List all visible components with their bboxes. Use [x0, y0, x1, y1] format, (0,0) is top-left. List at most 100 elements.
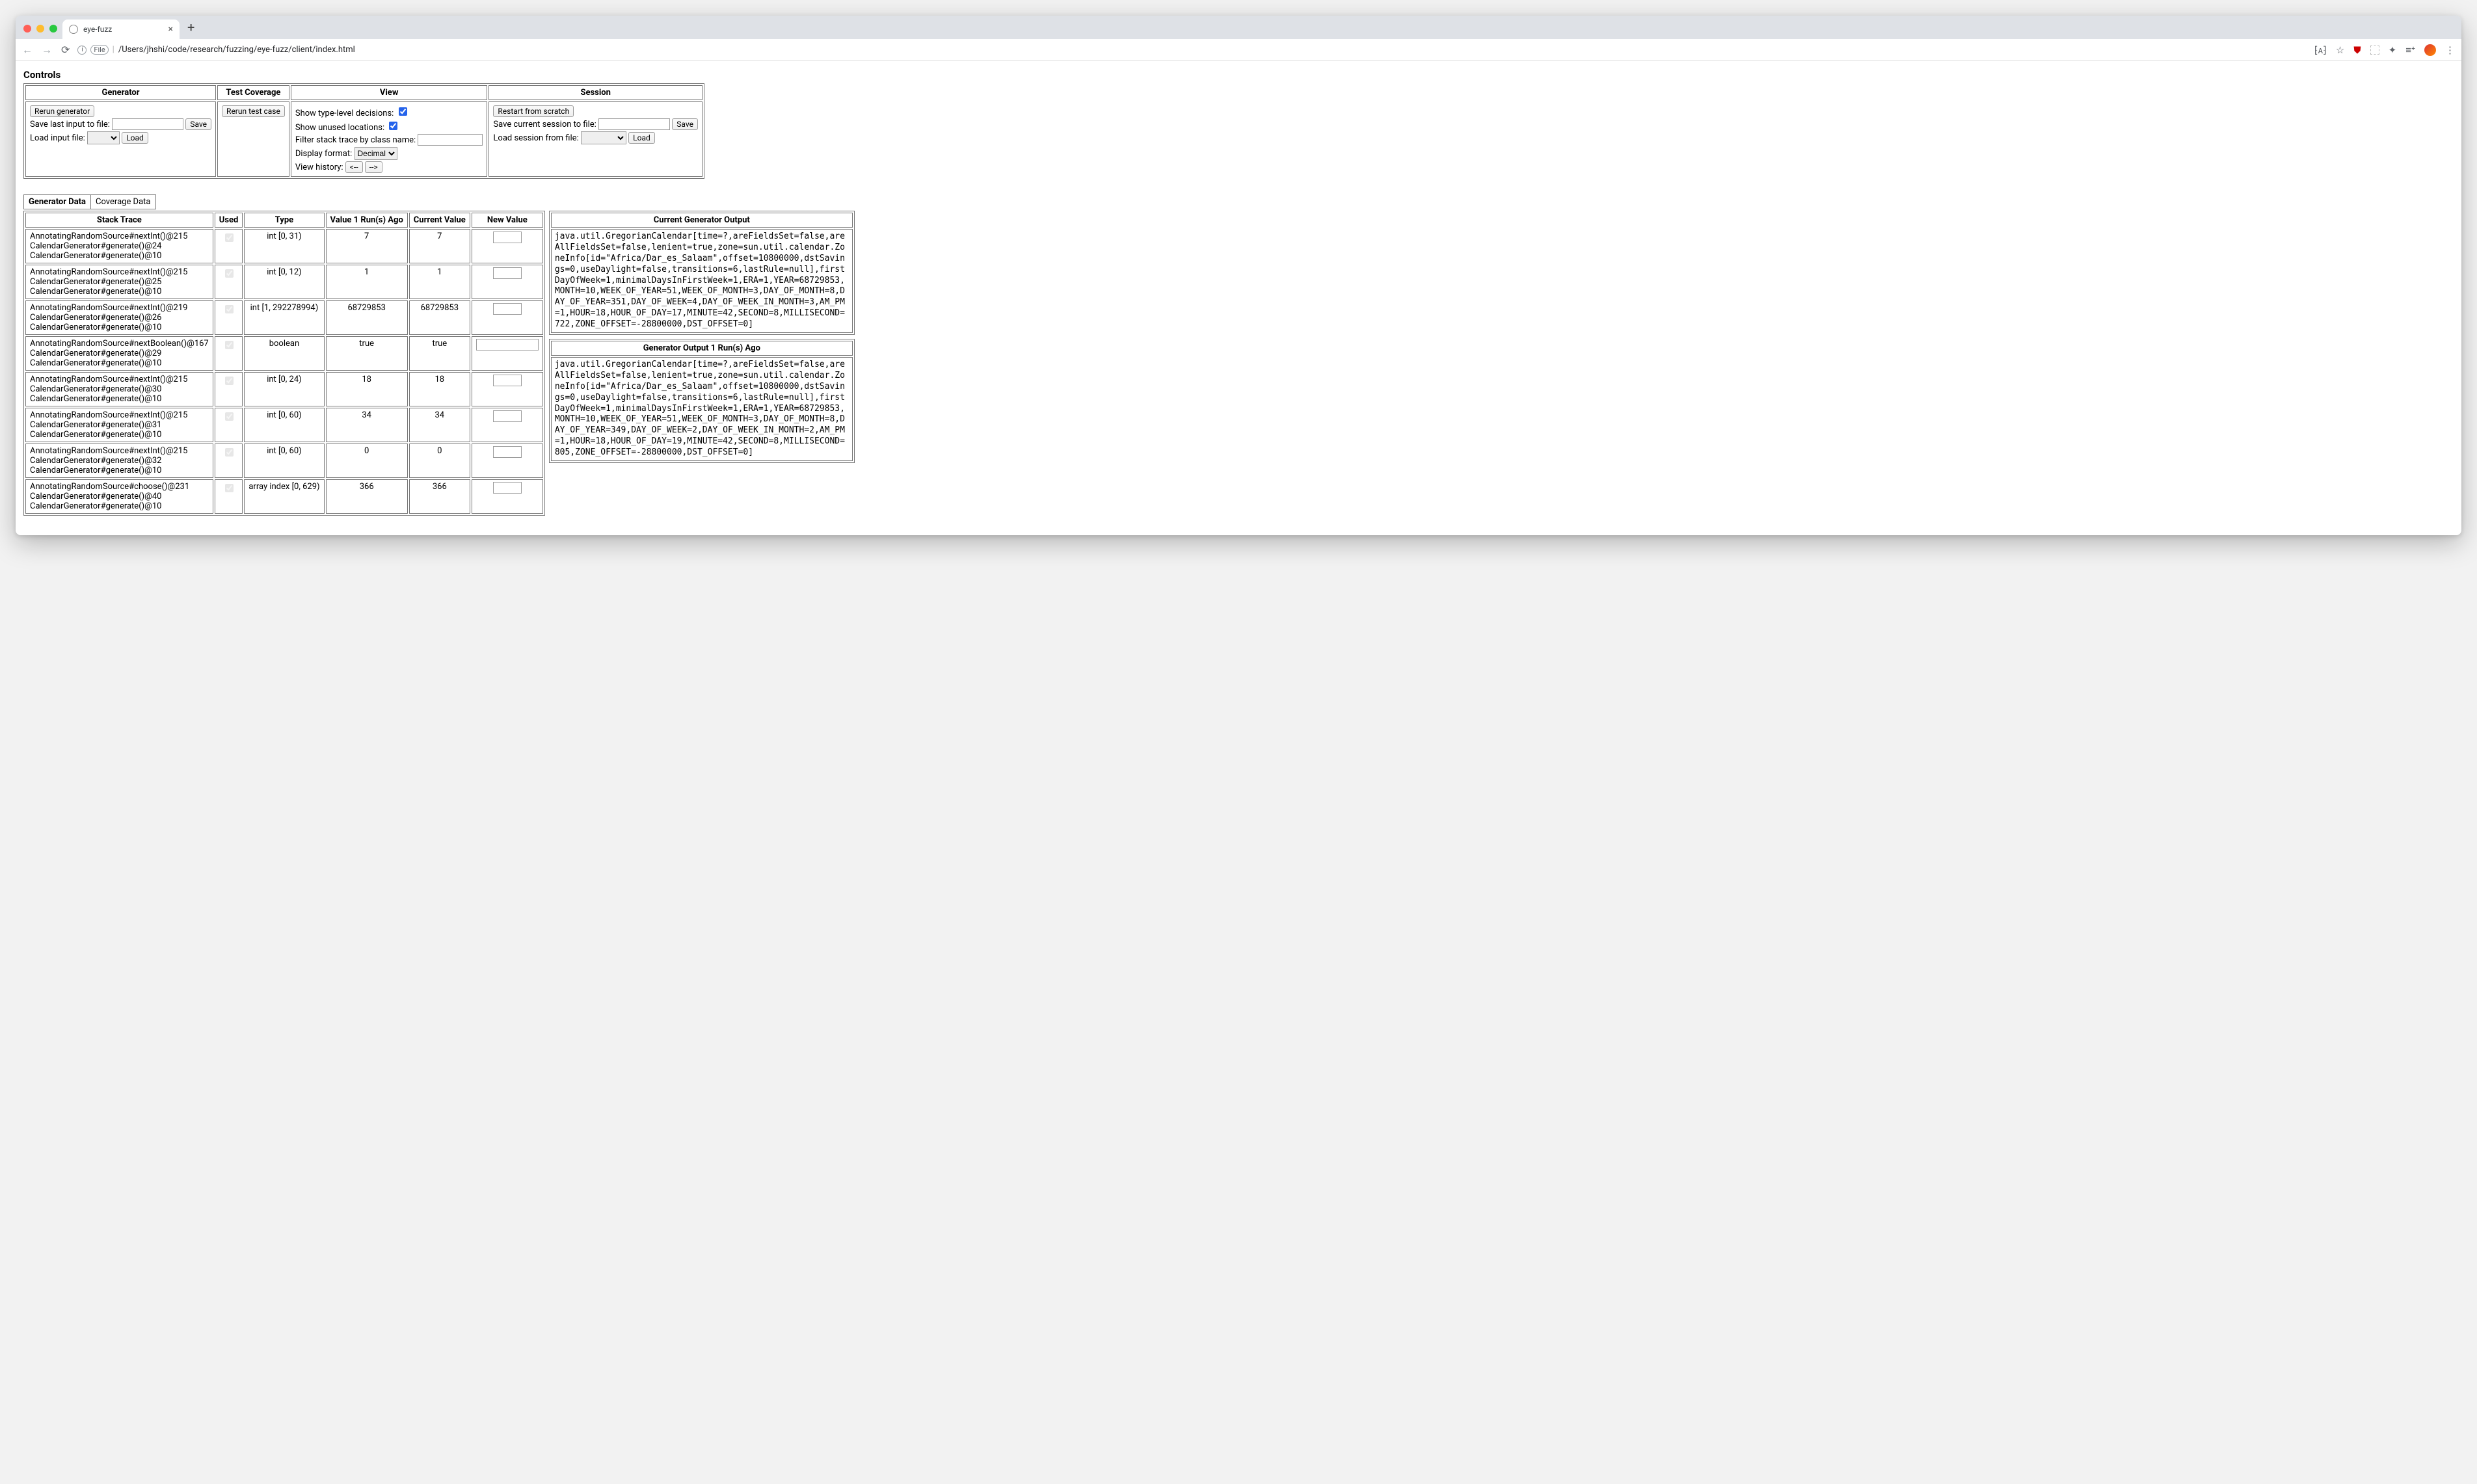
used-checkbox: [225, 233, 234, 242]
controls-heading: Controls: [23, 69, 2454, 81]
stack-trace-cell: AnnotatingRandomSource#nextInt()@219Cale…: [25, 300, 213, 335]
stack-trace-cell: AnnotatingRandomSource#nextInt()@215Cale…: [25, 372, 213, 406]
load-input-button[interactable]: Load: [122, 132, 148, 144]
previous-output-box: Generator Output 1 Run(s) Ago java.util.…: [549, 339, 855, 463]
save-session-label: Save current session to file:: [493, 120, 596, 129]
browser-tab[interactable]: eye-fuzz ×: [62, 20, 180, 39]
used-cell: [215, 408, 243, 442]
new-value-input[interactable]: [493, 410, 522, 422]
value-new-cell: [472, 265, 543, 299]
new-value-input[interactable]: [493, 446, 522, 458]
reload-icon[interactable]: ⟳: [61, 44, 70, 57]
rerun-test-case-button[interactable]: Rerun test case: [222, 105, 285, 117]
profile-avatar-icon[interactable]: [2424, 44, 2436, 56]
extensions-icon[interactable]: ✦: [2389, 44, 2397, 56]
back-icon[interactable]: ←: [22, 44, 33, 57]
save-session-button[interactable]: Save: [672, 118, 698, 130]
show-unused-checkbox[interactable]: [389, 122, 397, 130]
window-minimize-icon[interactable]: [36, 25, 44, 33]
used-cell: [215, 372, 243, 406]
extension-placeholder-icon[interactable]: [2370, 46, 2379, 55]
stack-trace-cell: AnnotatingRandomSource#nextBoolean()@167…: [25, 336, 213, 371]
history-forward-button[interactable]: -->: [365, 161, 382, 173]
value-current-cell: 0: [409, 444, 470, 478]
used-checkbox: [225, 377, 234, 385]
translate-icon[interactable]: ⁅ᴀ⁆: [2314, 44, 2327, 56]
value-prev-cell: 68729853: [326, 300, 408, 335]
value-new-cell: [472, 444, 543, 478]
value-current-cell: 34: [409, 408, 470, 442]
window-zoom-icon[interactable]: [49, 25, 57, 33]
restart-session-button[interactable]: Restart from scratch: [493, 105, 574, 117]
reading-list-icon[interactable]: ≡⁺: [2405, 44, 2415, 56]
type-cell: int [0, 31): [244, 229, 324, 263]
save-input-button[interactable]: Save: [185, 118, 211, 130]
test-coverage-header: Test Coverage: [217, 85, 289, 100]
forward-icon[interactable]: →: [42, 44, 52, 57]
current-output-box: Current Generator Output java.util.Grego…: [549, 211, 855, 335]
info-icon[interactable]: i: [77, 46, 87, 55]
new-value-input[interactable]: [493, 482, 522, 494]
used-cell: [215, 265, 243, 299]
session-cell: Restart from scratch Save current sessio…: [489, 101, 703, 177]
tab-coverage-data[interactable]: Coverage Data: [91, 195, 155, 209]
type-cell: array index [0, 629): [244, 479, 324, 514]
window-close-icon[interactable]: [23, 25, 31, 33]
save-input-field[interactable]: [112, 118, 183, 130]
value-new-cell: [472, 229, 543, 263]
data-area: Stack Trace Used Type Value 1 Run(s) Ago…: [23, 211, 2454, 516]
generator-header: Generator: [25, 85, 216, 100]
value-new-cell: [472, 336, 543, 371]
test-coverage-cell: Rerun test case: [217, 101, 289, 177]
tab-title: eye-fuzz: [83, 25, 112, 34]
used-checkbox: [225, 448, 234, 457]
new-tab-button[interactable]: +: [182, 20, 200, 39]
used-cell: [215, 479, 243, 514]
generator-data-table: Stack Trace Used Type Value 1 Run(s) Ago…: [23, 211, 545, 516]
type-cell: int [1, 292278994): [244, 300, 324, 335]
tab-generator-data[interactable]: Generator Data: [24, 195, 91, 209]
table-row: AnnotatingRandomSource#nextInt()@215Cale…: [25, 265, 543, 299]
chrome-menu-icon[interactable]: ⋮: [2445, 44, 2455, 56]
value-new-cell: [472, 479, 543, 514]
stack-trace-cell: AnnotatingRandomSource#nextInt()@215Cale…: [25, 265, 213, 299]
current-output-text: java.util.GregorianCalendar[time=?,areFi…: [551, 229, 853, 333]
table-row: AnnotatingRandomSource#nextInt()@215Cale…: [25, 229, 543, 263]
filter-stack-field[interactable]: [418, 134, 483, 146]
browser-window: eye-fuzz × + ← → ⟳ i File | /Users/jhshi…: [16, 16, 2461, 535]
value-current-cell: 7: [409, 229, 470, 263]
bookmark-star-icon[interactable]: ☆: [2336, 44, 2344, 56]
session-header: Session: [489, 85, 703, 100]
value-new-cell: [472, 372, 543, 406]
new-value-input[interactable]: [493, 232, 522, 243]
display-format-select[interactable]: Decimal: [355, 147, 397, 160]
value-prev-cell: 1: [326, 265, 408, 299]
rerun-generator-button[interactable]: Rerun generator: [30, 105, 94, 117]
data-tabset: Generator Data Coverage Data: [23, 194, 156, 209]
page-content: Controls Generator Test Coverage View Se…: [16, 61, 2461, 535]
ublock-icon[interactable]: ⛊: [2353, 44, 2361, 56]
generator-cell: Rerun generator Save last input to file:…: [25, 101, 216, 177]
used-cell: [215, 229, 243, 263]
extension-icons: ⁅ᴀ⁆ ☆ ⛊ ✦ ≡⁺ ⋮: [2314, 44, 2455, 56]
value-prev-cell: 7: [326, 229, 408, 263]
close-tab-icon[interactable]: ×: [168, 25, 173, 34]
used-cell: [215, 336, 243, 371]
used-checkbox: [225, 341, 234, 349]
save-session-field[interactable]: [598, 118, 670, 130]
show-type-level-checkbox[interactable]: [399, 107, 407, 116]
address-bar[interactable]: i File | /Users/jhshi/code/research/fuzz…: [77, 45, 2306, 55]
history-back-button[interactable]: <--: [345, 161, 363, 173]
value-prev-cell: 0: [326, 444, 408, 478]
new-value-input[interactable]: [476, 339, 539, 351]
load-input-select[interactable]: [87, 131, 120, 144]
col-used: Used: [215, 213, 243, 228]
load-session-button[interactable]: Load: [628, 132, 655, 144]
new-value-input[interactable]: [493, 267, 522, 279]
url-path: /Users/jhshi/code/research/fuzzing/eye-f…: [118, 45, 355, 55]
used-checkbox: [225, 412, 234, 421]
new-value-input[interactable]: [493, 375, 522, 386]
load-session-select[interactable]: [581, 131, 626, 144]
new-value-input[interactable]: [493, 303, 522, 315]
previous-output-text: java.util.GregorianCalendar[time=?,areFi…: [551, 357, 853, 461]
